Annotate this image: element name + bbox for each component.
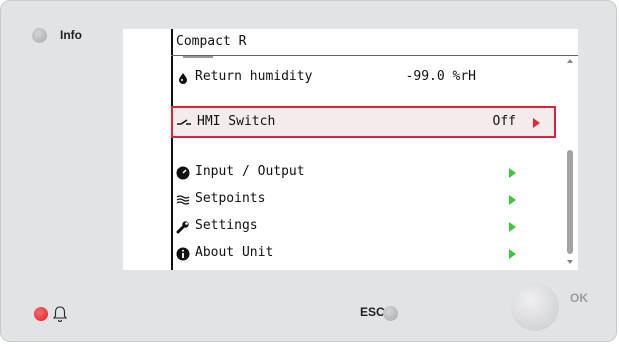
row-label: Return humidity <box>195 69 313 84</box>
hmi-panel: Info Compact R Return humidity -99.0 %rH… <box>0 0 617 342</box>
chevron-right-icon <box>533 118 540 128</box>
esc-label: ESC <box>360 305 385 319</box>
list-item-return-humidity[interactable]: Return humidity -99.0 %rH <box>173 65 560 89</box>
chevron-right-icon <box>509 249 516 259</box>
setpoints-icon <box>176 193 190 207</box>
row-value: Off <box>492 114 516 129</box>
info-label: Info <box>60 28 82 42</box>
esc-button[interactable] <box>383 306 398 321</box>
title-underline <box>171 55 578 56</box>
alarm-led <box>34 307 48 321</box>
scroll-up-icon[interactable] <box>567 59 573 63</box>
row-label: Setpoints <box>195 191 266 206</box>
clipped-row-hint <box>183 56 213 58</box>
row-label: HMI Switch <box>197 114 276 129</box>
ok-button[interactable] <box>511 283 559 331</box>
drop-icon <box>176 71 190 85</box>
scroll-down-icon[interactable] <box>567 260 573 264</box>
row-label: About Unit <box>195 245 274 260</box>
row-label: Input / Output <box>195 164 305 179</box>
ok-label: OK <box>570 291 588 305</box>
chevron-right-icon <box>509 195 516 205</box>
scrollbar-thumb[interactable] <box>567 150 573 254</box>
chevron-right-icon <box>509 168 516 178</box>
gauge-icon <box>176 166 190 180</box>
row-value: -99.0 %rH <box>405 69 476 84</box>
list-item-settings[interactable]: Settings <box>173 214 560 238</box>
bell-icon[interactable] <box>52 305 68 323</box>
screen-title: Compact R <box>176 34 247 49</box>
switch-icon <box>177 116 191 130</box>
list-item-setpoints[interactable]: Setpoints <box>173 187 560 211</box>
display-screen: Compact R Return humidity -99.0 %rH HMI … <box>123 29 578 270</box>
wrench-icon <box>176 220 190 234</box>
list-item-about-unit[interactable]: About Unit <box>173 241 560 265</box>
chevron-right-icon <box>509 222 516 232</box>
info-button[interactable] <box>32 28 47 43</box>
row-label: Settings <box>195 218 258 233</box>
info-circle-icon <box>176 247 190 261</box>
list-item-input-output[interactable]: Input / Output <box>173 160 560 184</box>
list-item-hmi-switch[interactable]: HMI Switch Off <box>171 106 556 138</box>
